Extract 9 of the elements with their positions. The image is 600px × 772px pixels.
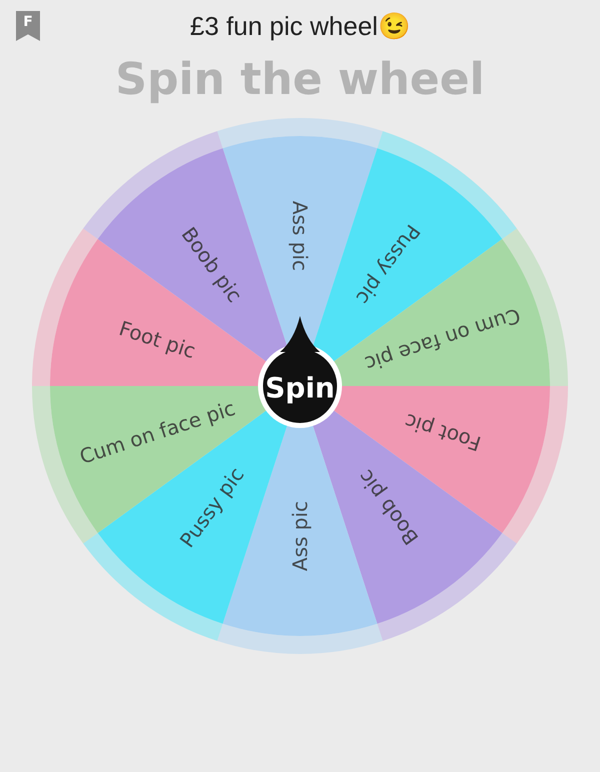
page-title: £3 fun pic wheel😉 — [190, 10, 410, 42]
wheel-heading: Spin the wheel — [115, 54, 485, 105]
segment-label: Foot pic — [402, 408, 484, 456]
bookmark-badge: F — [16, 11, 40, 41]
segment-label: Cum on face pic — [362, 303, 524, 376]
segment-label: Ass pic — [288, 200, 312, 272]
segment-label: Ass pic — [288, 500, 312, 572]
segment-label: Foot pic — [116, 316, 198, 364]
segment-label: Cum on face pic — [76, 396, 238, 469]
